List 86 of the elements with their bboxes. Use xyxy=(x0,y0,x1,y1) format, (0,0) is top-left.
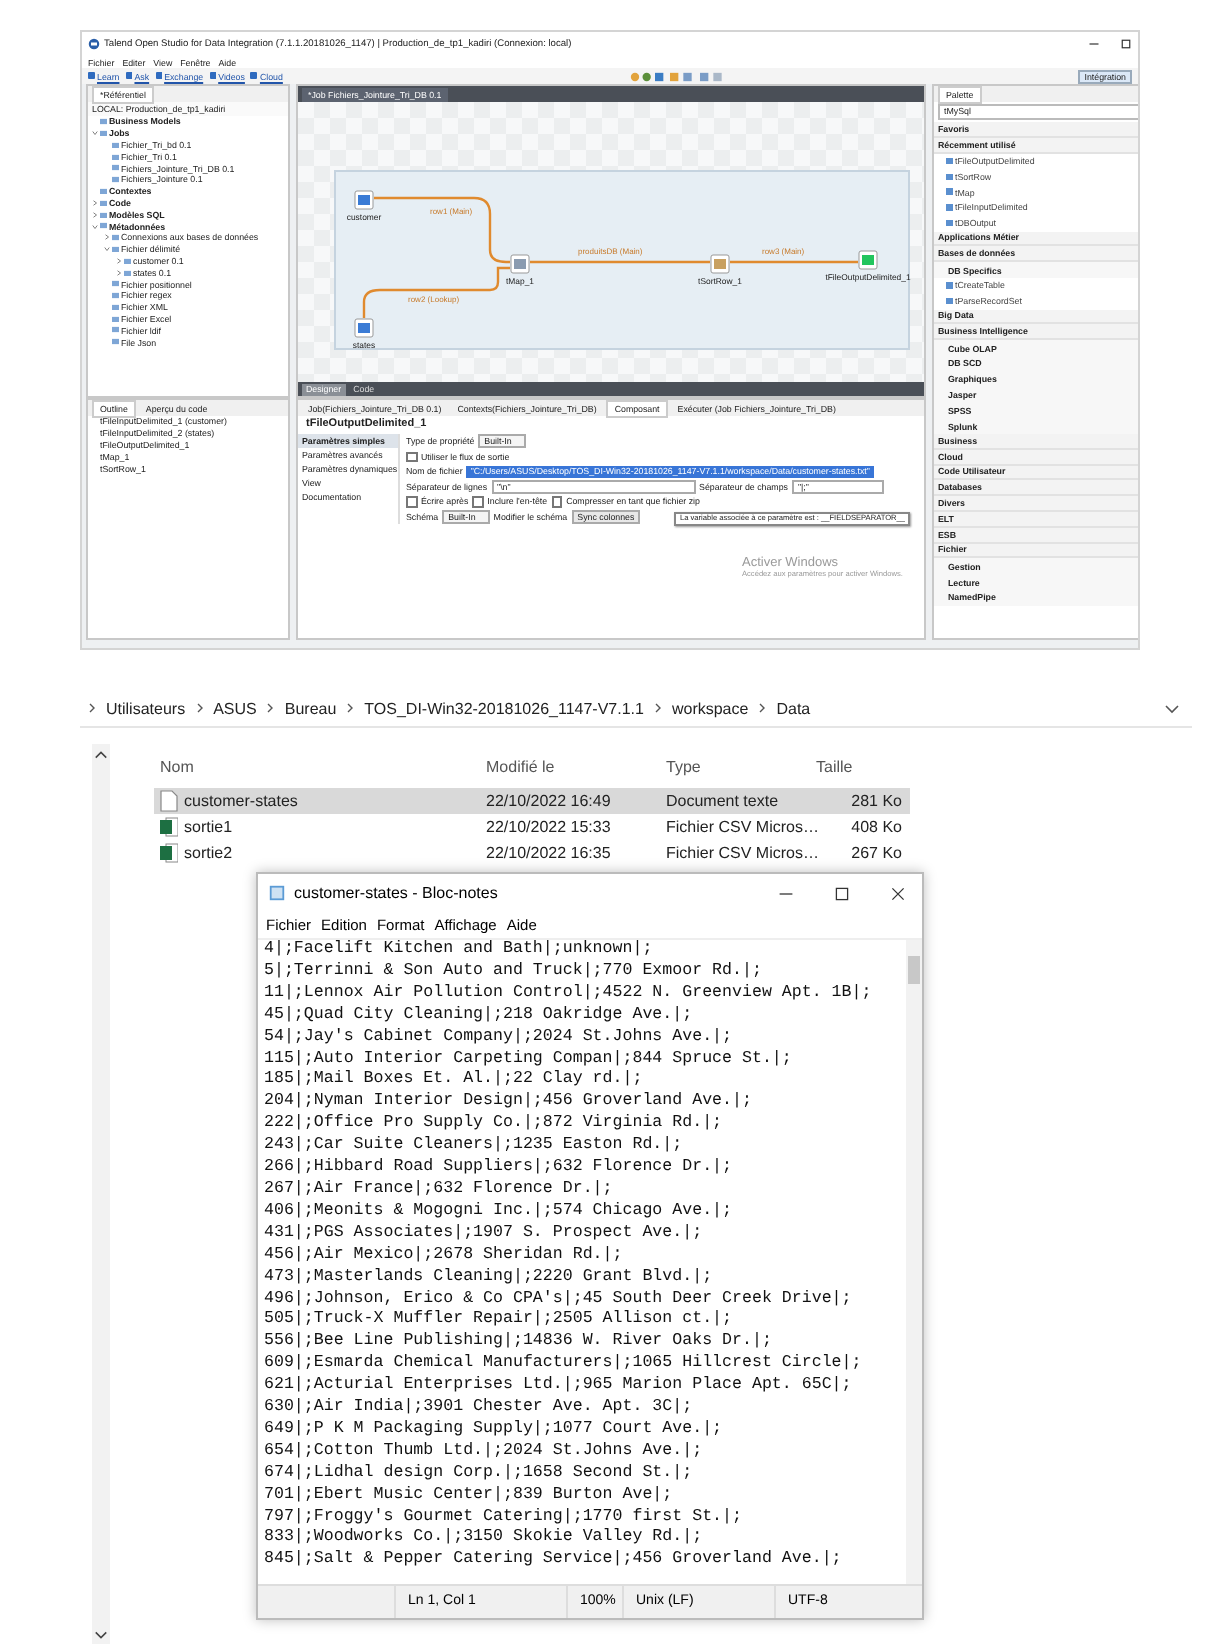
text-line: 556|;Bee Line Publishing|;14836 W. River Oaks Dr.|; xyxy=(264,1332,774,1354)
text-line: 115|;Auto Interior Carpeting Compan|;844 Spruce St.|; xyxy=(264,1049,794,1070)
text-line: 496|;Johnson, Erico & Co CPA's|;45 South Deer Creek Drive|; xyxy=(264,1289,854,1310)
file-row[interactable]: sortie1 22/10/2022 15:33 Fichier CSV Micros… 408 Ko xyxy=(154,814,910,840)
text-line: 243|;Car Suite Cleaners|;1235 Easton Rd.|; xyxy=(264,1136,685,1158)
chevron-icon xyxy=(88,702,96,714)
file-name: sortie1 xyxy=(184,818,233,836)
text-line: 845|;Salt & Pepper Catering Service|;456 Groverland Ave.|; xyxy=(264,1550,844,1573)
text-line: 267|;Air France|;632 Florence Dr.|; xyxy=(264,1179,615,1202)
text-line: 649|;P K M Packaging Supply|;1077 Court Ave.|; xyxy=(264,1419,725,1442)
square-icon xyxy=(250,72,258,80)
column-header[interactable]: Taille xyxy=(810,757,910,775)
table-cell-text: 22/10/2022 16:49 xyxy=(484,792,613,810)
text-line: 45|;Quad City Cleaning|;218 Oakridge Ave.|; xyxy=(264,1005,695,1028)
file-row[interactable]: sortie2 22/10/2022 16:35 Fichier CSV Micros… 267 Ko xyxy=(154,840,910,866)
text-line: 797|;Froggy's Gourmet Catering|;1770 first St.|; xyxy=(264,1507,744,1528)
minimize-icon[interactable] xyxy=(1088,38,1100,50)
checkbox[interactable] xyxy=(406,451,417,462)
component-icon[interactable] xyxy=(354,318,374,338)
breadcrumb-item[interactable]: TOS_DI-Win32-20181026_1147-V7.1.1 xyxy=(364,699,644,717)
table-cell-text: 22/10/2022 15:33 xyxy=(484,818,613,836)
text-line: 621|;Acturial Enterprises Ltd.|;965 Marion Place Apt. 65C|; xyxy=(264,1376,854,1398)
text-line: 609|;Esmarda Chemical Manufacturers|;1065 Hillcrest Circle|; xyxy=(264,1354,864,1376)
text-line: 630|;Air India|;3901 Chester Ave. Apt. 3C|; xyxy=(264,1398,695,1420)
checkbox[interactable] xyxy=(472,496,484,507)
chevron-icon xyxy=(758,702,767,714)
column-header[interactable]: Type xyxy=(660,757,810,775)
component-icon[interactable] xyxy=(354,190,374,210)
spreadsheet-file-icon xyxy=(160,842,178,864)
scroll-up-icon[interactable] xyxy=(94,750,108,760)
breadcrumb-item[interactable]: Utilisateurs xyxy=(106,699,186,717)
square-icon xyxy=(155,72,163,80)
window-title: customer-states - Bloc-notes xyxy=(294,884,498,902)
breadcrumb-item[interactable]: Data xyxy=(776,699,811,717)
text-line: 11|;Lennox Air Pollution Control|;4522 N. Greenview Apt. 1B|; xyxy=(264,983,874,1006)
table-cell-text: 22/10/2022 16:35 xyxy=(484,844,613,862)
checkbox[interactable] xyxy=(551,496,563,507)
file-name: customer-states xyxy=(184,792,298,810)
text-line: 4|;Facelift Kitchen and Bath|;unknown|; xyxy=(264,940,655,962)
column-header[interactable]: Nom xyxy=(154,757,480,775)
component-icon[interactable] xyxy=(710,254,730,274)
maximize-icon[interactable] xyxy=(834,885,850,901)
chevron-icon xyxy=(195,702,204,714)
spreadsheet-file-icon xyxy=(160,816,178,838)
square-icon xyxy=(88,72,95,80)
breadcrumb-item[interactable]: ASUS xyxy=(213,699,257,717)
text-line: 701|;Ebert Music Center|;839 Burton Ave|; xyxy=(264,1485,675,1508)
text-line: 185|;Mail Boxes Et. Al.|;22 Clay rd.|; xyxy=(264,1070,645,1092)
checkbox[interactable] xyxy=(406,496,417,507)
scrollbar[interactable] xyxy=(906,940,922,1584)
text-line: 674|;Lidhal design Corp.|;1658 Second St.|; xyxy=(264,1463,695,1486)
text-line: 456|;Air Mexico|;2678 Sheridan Rd.|; xyxy=(264,1245,625,1268)
text-line: 431|;PGS Associates|;1907 S. Prospect Ave.|; xyxy=(264,1223,705,1246)
breadcrumb-item[interactable]: workspace xyxy=(671,699,749,717)
text-line: 204|;Nyman Interior Design|;456 Groverland Ave.|; xyxy=(264,1092,754,1114)
chevron-icon xyxy=(266,702,275,714)
text-line: 654|;Cotton Thumb Ltd.|;2024 St.Johns Ave.|; xyxy=(264,1441,705,1464)
text-line: 473|;Masterlands Cleaning|;2220 Grant Blvd.|; xyxy=(264,1267,715,1289)
component-icon[interactable] xyxy=(510,254,530,274)
table-cell-text: 281 Ko xyxy=(849,792,904,810)
app-logo-icon xyxy=(88,38,100,50)
text-line: 833|;Woodworks Co.|;3150 Skokie Valley Rd.|; xyxy=(264,1528,705,1550)
text-line: 266|;Hibbard Road Suppliers|;632 Florence Dr.|; xyxy=(264,1158,735,1180)
square-icon xyxy=(125,72,133,80)
text-line: 5|;Terrinni & Son Auto and Truck|;770 Exmoor Rd.|; xyxy=(264,961,764,984)
component-icon[interactable] xyxy=(858,250,878,270)
scrollbar[interactable] xyxy=(92,744,110,1644)
text-line: 406|;Meonits & Mogogni Inc.|;574 Chicago Ave.|; xyxy=(264,1201,735,1224)
text-file-icon xyxy=(160,790,178,812)
chevron-icon xyxy=(653,702,662,714)
column-header[interactable]: Modifié le xyxy=(480,757,660,775)
notepad-icon xyxy=(268,884,286,902)
scroll-down-icon[interactable] xyxy=(94,1630,108,1640)
text-line: 505|;Truck-X Muffler Repair|;2505 Allison ct.|; xyxy=(264,1310,735,1332)
chevron-icon xyxy=(346,702,355,714)
square-icon xyxy=(209,72,217,80)
file-row[interactable]: customer-states 22/10/2022 16:49 Document texte 281 Ko xyxy=(154,788,910,814)
table-cell-text: Document texte xyxy=(664,792,781,810)
file-name: sortie2 xyxy=(184,844,233,862)
chevron-down-icon[interactable] xyxy=(1164,703,1180,713)
maximize-icon[interactable] xyxy=(1120,38,1132,50)
close-icon[interactable] xyxy=(890,885,906,901)
connection-line[interactable] xyxy=(362,266,510,318)
text-line: 54|;Jay's Cabinet Company|;2024 St.Johns Ave.|; xyxy=(264,1027,735,1050)
text-line: 222|;Office Pro Supply Co.|;872 Virginia Rd.|; xyxy=(264,1114,725,1136)
breadcrumb-item[interactable]: Bureau xyxy=(284,699,337,717)
